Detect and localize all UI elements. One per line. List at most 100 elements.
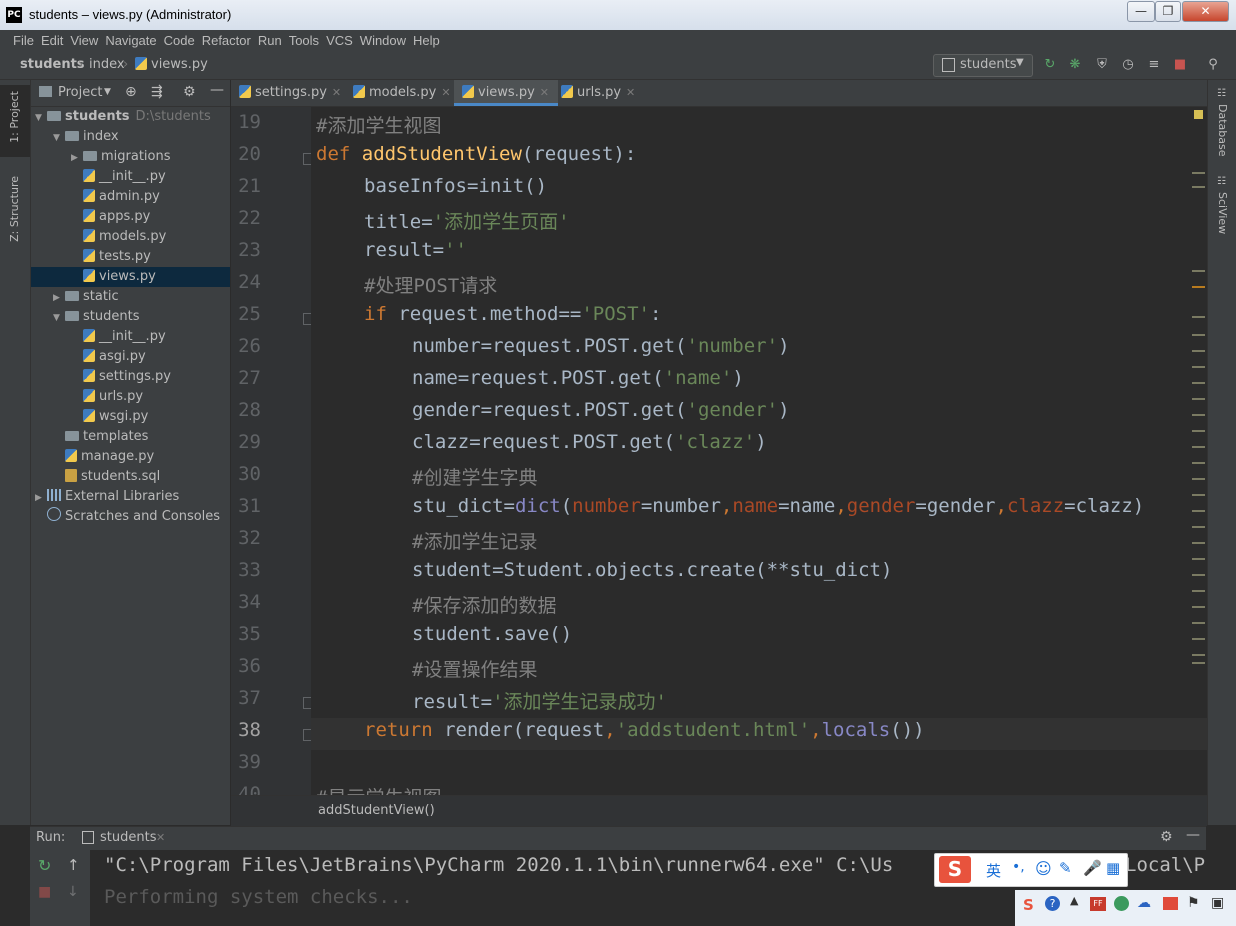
- close-button[interactable]: ✕: [1182, 1, 1229, 22]
- sciview-tool-tab[interactable]: ☷ SciView: [1208, 176, 1236, 240]
- scrollbar-marker[interactable]: [1192, 172, 1205, 174]
- collapse-arrow-icon[interactable]: ▶: [71, 148, 83, 168]
- scrollbar-marker[interactable]: [1192, 366, 1205, 368]
- scrollbar-marker[interactable]: [1192, 316, 1205, 318]
- expand-arrow-icon[interactable]: ▼: [35, 108, 47, 128]
- tree-item[interactable]: urls.py: [31, 387, 230, 407]
- close-icon[interactable]: ✕: [540, 86, 549, 99]
- pen-icon[interactable]: ✎: [1059, 859, 1072, 877]
- connect-icon[interactable]: [1163, 897, 1178, 910]
- tree-item[interactable]: ▼ students D:\students: [31, 107, 230, 127]
- gear-icon[interactable]: ⚙: [1160, 829, 1173, 845]
- tree-item[interactable]: views.py: [31, 267, 230, 287]
- database-tool-tab[interactable]: ☷ Database: [1208, 88, 1236, 158]
- tree-item[interactable]: ▶ External Libraries: [31, 487, 230, 507]
- close-icon[interactable]: ✕: [332, 86, 341, 99]
- project-tool-tab[interactable]: 1: Project: [0, 85, 30, 157]
- breadcrumb-function[interactable]: addStudentView(): [318, 803, 435, 818]
- scrollbar-marker[interactable]: [1192, 350, 1205, 352]
- project-view-selector[interactable]: Project: [58, 85, 102, 100]
- scrollbar-marker[interactable]: [1192, 510, 1205, 512]
- structure-tool-tab[interactable]: Z: Structure: [0, 170, 30, 250]
- ime-mode-toggle[interactable]: 英: [986, 860, 1001, 881]
- monitor-icon[interactable]: ▣: [1211, 895, 1224, 911]
- tree-item[interactable]: __init__.py: [31, 167, 230, 187]
- scrollbar-marker[interactable]: [1192, 382, 1205, 384]
- expand-arrow-icon[interactable]: ▼: [53, 308, 65, 328]
- breadcrumb-folder[interactable]: index: [89, 57, 125, 72]
- profile-icon[interactable]: ◷: [1120, 57, 1136, 73]
- ime-punct-toggle[interactable]: •,: [1012, 859, 1025, 875]
- search-icon[interactable]: ⚲: [1205, 57, 1221, 73]
- mic-icon[interactable]: 🎤: [1083, 859, 1102, 877]
- scrollbar-marker[interactable]: [1192, 286, 1205, 288]
- tree-item[interactable]: Scratches and Consoles: [31, 507, 230, 527]
- scrollbar-marker[interactable]: [1192, 638, 1205, 640]
- ff-icon[interactable]: FF: [1090, 897, 1106, 911]
- scrollbar-marker[interactable]: [1192, 590, 1205, 592]
- scrollbar-marker[interactable]: [1192, 654, 1205, 656]
- stop-icon[interactable]: ■: [1172, 57, 1188, 73]
- concurrency-icon[interactable]: ≡: [1146, 57, 1162, 73]
- warning-status-icon[interactable]: [1194, 110, 1203, 119]
- scrollbar-marker[interactable]: [1192, 430, 1205, 432]
- tab-views-py[interactable]: views.py ✕: [454, 80, 558, 106]
- scrollbar-marker[interactable]: [1192, 622, 1205, 624]
- tree-item[interactable]: tests.py: [31, 247, 230, 267]
- menu-view[interactable]: View: [66, 30, 101, 52]
- tree-item[interactable]: ▶ migrations: [31, 147, 230, 167]
- tree-item[interactable]: __init__.py: [31, 327, 230, 347]
- scrollbar-marker[interactable]: [1192, 478, 1205, 480]
- rerun-icon[interactable]: ↻: [1042, 57, 1058, 73]
- locate-icon[interactable]: ⊕: [125, 84, 137, 100]
- run-tab-label[interactable]: students: [100, 830, 156, 845]
- tree-item[interactable]: ▼ students: [31, 307, 230, 327]
- expand-arrow-icon[interactable]: ▼: [53, 128, 65, 148]
- scrollbar-marker[interactable]: [1192, 574, 1205, 576]
- scrollbar-marker[interactable]: [1192, 526, 1205, 528]
- breadcrumb-project[interactable]: students: [20, 57, 85, 72]
- hide-icon[interactable]: —: [210, 82, 224, 98]
- tree-item[interactable]: manage.py: [31, 447, 230, 467]
- app-icon[interactable]: [1114, 896, 1129, 911]
- breadcrumb-file[interactable]: views.py: [135, 57, 208, 72]
- sogou-logo-icon[interactable]: S: [939, 856, 971, 883]
- scrollbar-marker[interactable]: [1192, 446, 1205, 448]
- scrollbar-marker[interactable]: [1192, 270, 1205, 272]
- menu-refactor[interactable]: Refactor: [198, 30, 254, 52]
- scrollbar-marker[interactable]: [1192, 542, 1205, 544]
- tree-item[interactable]: asgi.py: [31, 347, 230, 367]
- menu-code[interactable]: Code: [160, 30, 198, 52]
- chevron-down-icon[interactable]: ▼: [104, 87, 111, 97]
- maximize-button[interactable]: ❐: [1155, 1, 1181, 22]
- tab-models-py[interactable]: models.py ✕: [345, 80, 453, 106]
- run-configuration-selector[interactable]: students ▼: [933, 54, 1033, 77]
- close-icon[interactable]: ✕: [441, 86, 450, 99]
- menu-run[interactable]: Run: [254, 30, 285, 52]
- collapse-all-icon[interactable]: ⇶: [151, 84, 163, 100]
- tree-item[interactable]: admin.py: [31, 187, 230, 207]
- arrow-up-icon[interactable]: ↑: [67, 856, 80, 874]
- minimize-button[interactable]: —: [1127, 1, 1155, 22]
- coverage-icon[interactable]: ⛨: [1094, 57, 1110, 73]
- tree-item[interactable]: apps.py: [31, 207, 230, 227]
- scrollbar-marker[interactable]: [1192, 494, 1205, 496]
- scrollbar-marker[interactable]: [1192, 186, 1205, 188]
- menu-vcs[interactable]: VCS: [322, 30, 356, 52]
- rerun-icon[interactable]: ↻: [38, 856, 51, 875]
- scrollbar-marker[interactable]: [1192, 398, 1205, 400]
- tree-item[interactable]: models.py: [31, 227, 230, 247]
- flag-icon[interactable]: ⚑: [1187, 895, 1200, 911]
- code-editor[interactable]: #添加学生视图 def addStudentView(request): baseI…: [311, 107, 1207, 795]
- help-icon[interactable]: ?: [1045, 896, 1060, 911]
- menu-navigate[interactable]: Navigate: [101, 30, 159, 52]
- debug-icon[interactable]: ❋: [1067, 57, 1083, 73]
- scrollbar-marker[interactable]: [1192, 662, 1205, 664]
- cloud-icon[interactable]: ☁: [1137, 895, 1151, 911]
- tree-item[interactable]: settings.py: [31, 367, 230, 387]
- collapse-arrow-icon[interactable]: ▶: [35, 488, 47, 508]
- stop-icon[interactable]: ■: [38, 884, 51, 900]
- menu-file[interactable]: File: [9, 30, 37, 52]
- tree-item[interactable]: ▶ static: [31, 287, 230, 307]
- menu-tools[interactable]: Tools: [285, 30, 322, 52]
